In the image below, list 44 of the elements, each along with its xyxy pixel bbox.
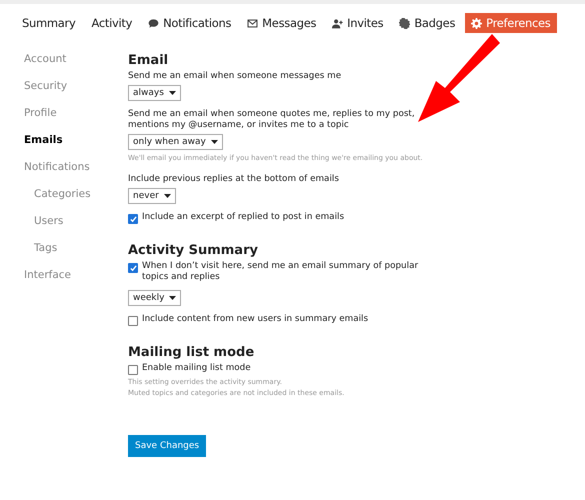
sidebar-item[interactable]: Security [24,74,128,101]
badge-icon [399,18,410,28]
nav-tab[interactable]: Messages [241,13,322,33]
nav-tab[interactable]: Invites [326,13,390,33]
sidebar-item[interactable]: Emails [24,128,128,155]
field-label: Send me an email when someone quotes me, replies to my post, mentions my @username, or invites me to a topic [128,109,416,131]
speech-bubble-icon [148,18,160,28]
field-label: Include previous replies at the bottom of emails [128,174,340,185]
dropdown[interactable]: weekly [128,290,182,306]
nav-tab[interactable]: Notifications [142,13,238,33]
section-heading: Activity Summary [128,243,259,258]
user-plus-icon [332,18,344,28]
nav-tab[interactable]: Preferences [465,13,556,33]
save-button[interactable]: Save Changes [128,435,206,457]
section-heading: Email [128,53,170,68]
envelope-icon [247,18,258,28]
section-heading: Mailing list mode [128,345,256,360]
checkbox[interactable] [128,316,138,326]
dropdown[interactable]: never [128,188,176,204]
checkbox[interactable] [128,214,138,224]
caret-icon [164,194,171,198]
checkbox-label: Enable mailing list mode [142,363,251,374]
checkbox-label: When I don’t visit here, send me an email summary of popular topics and replies [142,261,420,283]
caret-icon [168,91,176,95]
sidebar-item[interactable]: Categories [24,182,128,209]
checkbox-label: Include an excerpt of replied to post in emails [142,212,344,223]
sidebar-item[interactable]: Interface [24,263,128,290]
checkbox[interactable] [128,365,138,375]
sidebar-item[interactable]: Tags [24,236,128,263]
sidebar-item[interactable]: Profile [24,101,128,128]
field-label: Send me an email when someone messages me [128,71,342,82]
gear-icon [471,18,482,28]
checkbox[interactable] [128,263,138,273]
checkbox-label: Include content from new users in summary emails [142,314,368,325]
nav-tab[interactable]: Activity [85,13,138,33]
dropdown[interactable]: always [128,85,181,101]
caret-icon [169,296,176,300]
sidebar-item[interactable]: Users [24,209,128,236]
dropdown[interactable]: only when away [128,134,223,150]
caret-icon [210,140,218,144]
nav-tab[interactable]: Badges [393,13,462,33]
sidebar-item[interactable]: Notifications [24,155,128,182]
sidebar-item[interactable]: Account [24,47,128,74]
nav-tab[interactable]: Summary [16,13,82,33]
